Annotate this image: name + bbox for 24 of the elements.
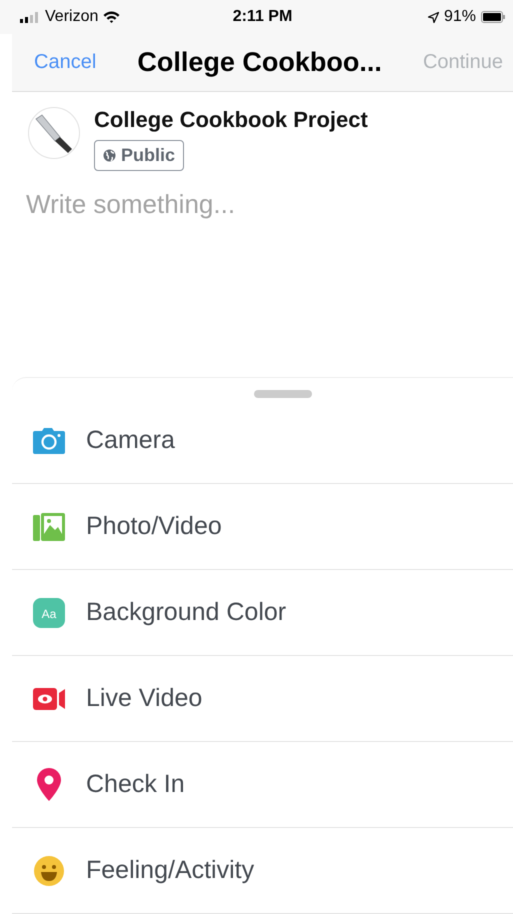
location-arrow-icon — [428, 12, 439, 22]
clock: 2:11 PM — [232, 8, 292, 26]
drag-handle[interactable] — [254, 390, 312, 398]
option-item[interactable]: Live Video — [12, 656, 513, 742]
smiley-icon — [32, 854, 66, 886]
photo-icon — [32, 512, 66, 542]
audience-button[interactable]: Public — [94, 140, 184, 171]
camera-icon — [32, 426, 66, 454]
carrier: Verizon — [45, 8, 98, 26]
globe-icon — [103, 149, 116, 162]
option-item[interactable]: Photo/Video — [12, 484, 513, 570]
signal-icon — [20, 12, 40, 22]
page-title: College Cookboo... — [137, 47, 382, 78]
wifi-icon — [103, 11, 120, 23]
option-item[interactable]: Check In — [12, 742, 513, 828]
group-name: College Cookbook Project — [94, 107, 368, 133]
text-style-glyph: Aa — [42, 606, 56, 620]
option-item[interactable]: Feeling/Activity — [12, 828, 513, 914]
knife-avatar-icon — [28, 107, 80, 159]
video-camera-icon — [32, 686, 66, 710]
battery-icon — [481, 11, 505, 23]
battery-percent: 91% — [444, 8, 476, 26]
option-item[interactable]: Camera — [12, 398, 513, 484]
option-item[interactable]: Aa Background Color — [12, 570, 513, 656]
